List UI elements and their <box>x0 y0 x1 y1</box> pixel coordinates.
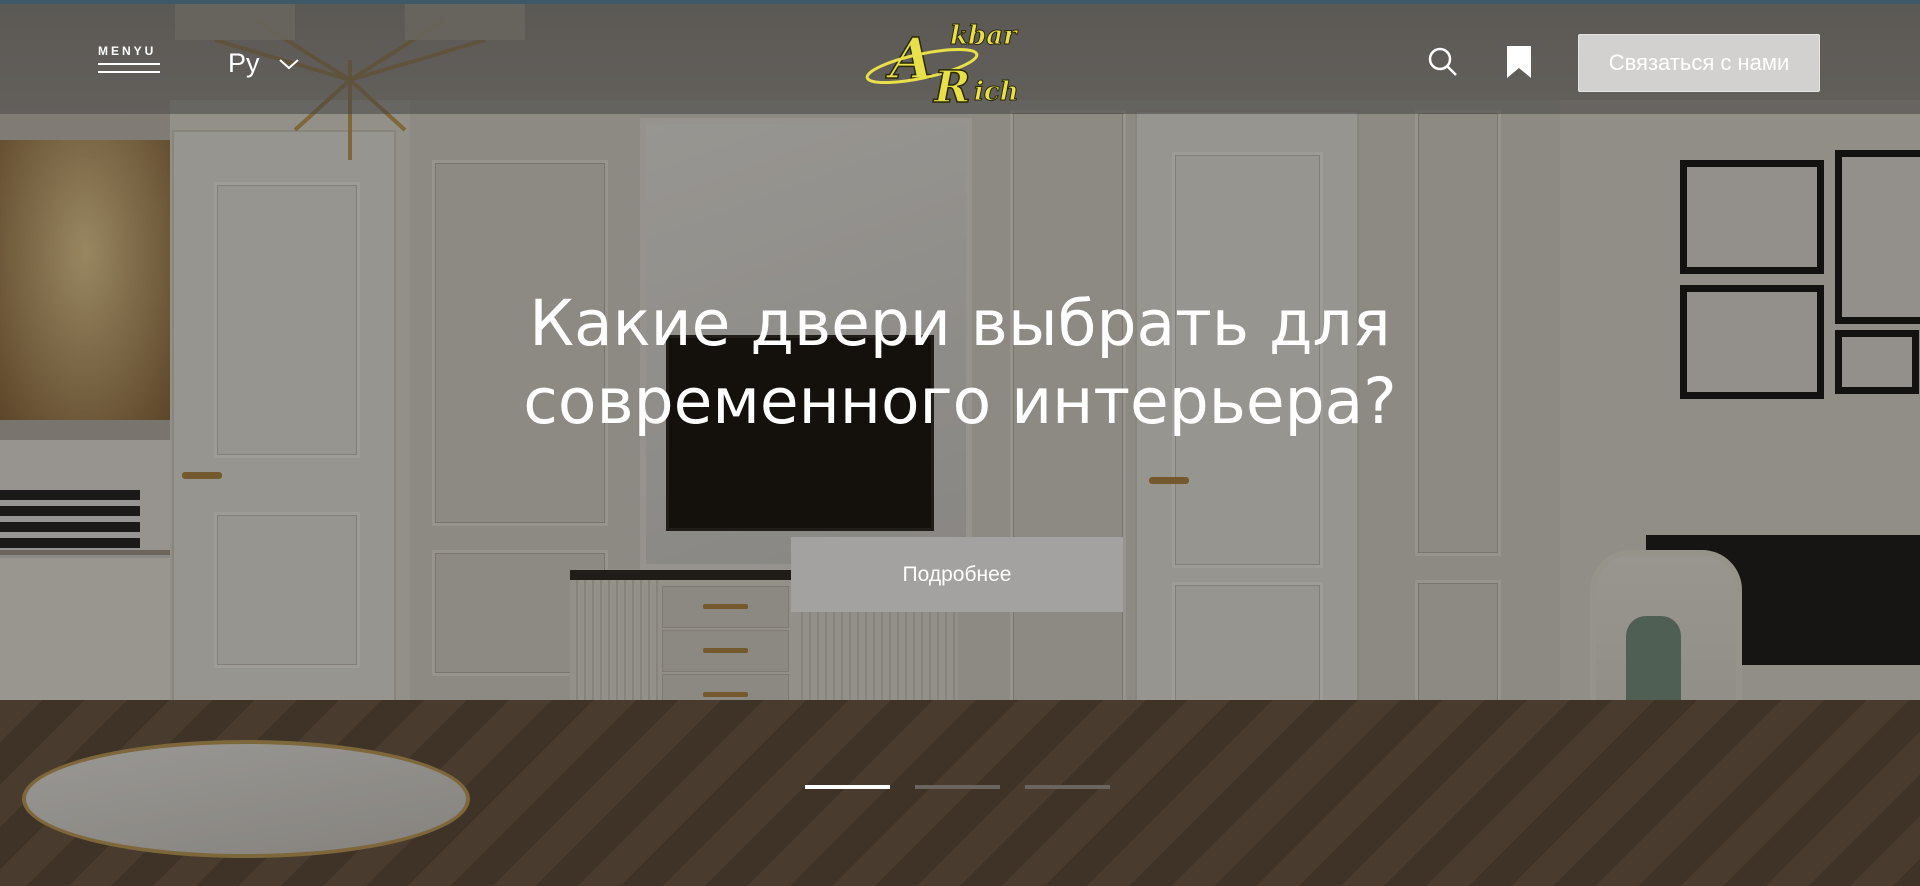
site-header: MENYU Ру kbar A R ich Связаться с нами <box>0 4 1920 114</box>
bookmark-icon[interactable] <box>1505 44 1533 80</box>
more-button[interactable]: Подробнее <box>791 537 1123 612</box>
language-selector[interactable]: Ру <box>228 48 300 79</box>
search-icon[interactable] <box>1427 46 1459 78</box>
chevron-down-icon <box>278 58 299 69</box>
contact-us-button[interactable]: Связаться с нами <box>1578 34 1820 92</box>
akbar-rich-logo: kbar A R ich <box>865 21 1020 114</box>
hero-title-line1: Какие двери выбрать для <box>529 287 1391 360</box>
hamburger-menu-icon <box>98 63 160 65</box>
slide-indicator-2[interactable] <box>915 785 1000 789</box>
menu-button[interactable]: MENYU <box>98 44 164 73</box>
svg-text:kbar: kbar <box>950 21 1019 51</box>
svg-text:ich: ich <box>974 77 1019 107</box>
hamburger-menu-icon-line <box>98 71 160 73</box>
hero-title: Какие двери выбрать для современного инт… <box>480 285 1440 441</box>
hero-dim-overlay <box>0 0 1920 886</box>
hero-title-line2: современного интерьера? <box>523 365 1397 438</box>
slide-indicator-3[interactable] <box>1025 785 1110 789</box>
hero-slider: Какие двери выбрать для современного инт… <box>0 0 1920 886</box>
language-label: Ру <box>228 48 260 78</box>
slider-pagination <box>805 785 1110 789</box>
slide-indicator-1[interactable] <box>805 785 890 789</box>
site-logo[interactable]: kbar A R ich <box>862 14 1057 114</box>
menu-label: MENYU <box>98 44 157 58</box>
svg-text:R: R <box>932 62 971 109</box>
